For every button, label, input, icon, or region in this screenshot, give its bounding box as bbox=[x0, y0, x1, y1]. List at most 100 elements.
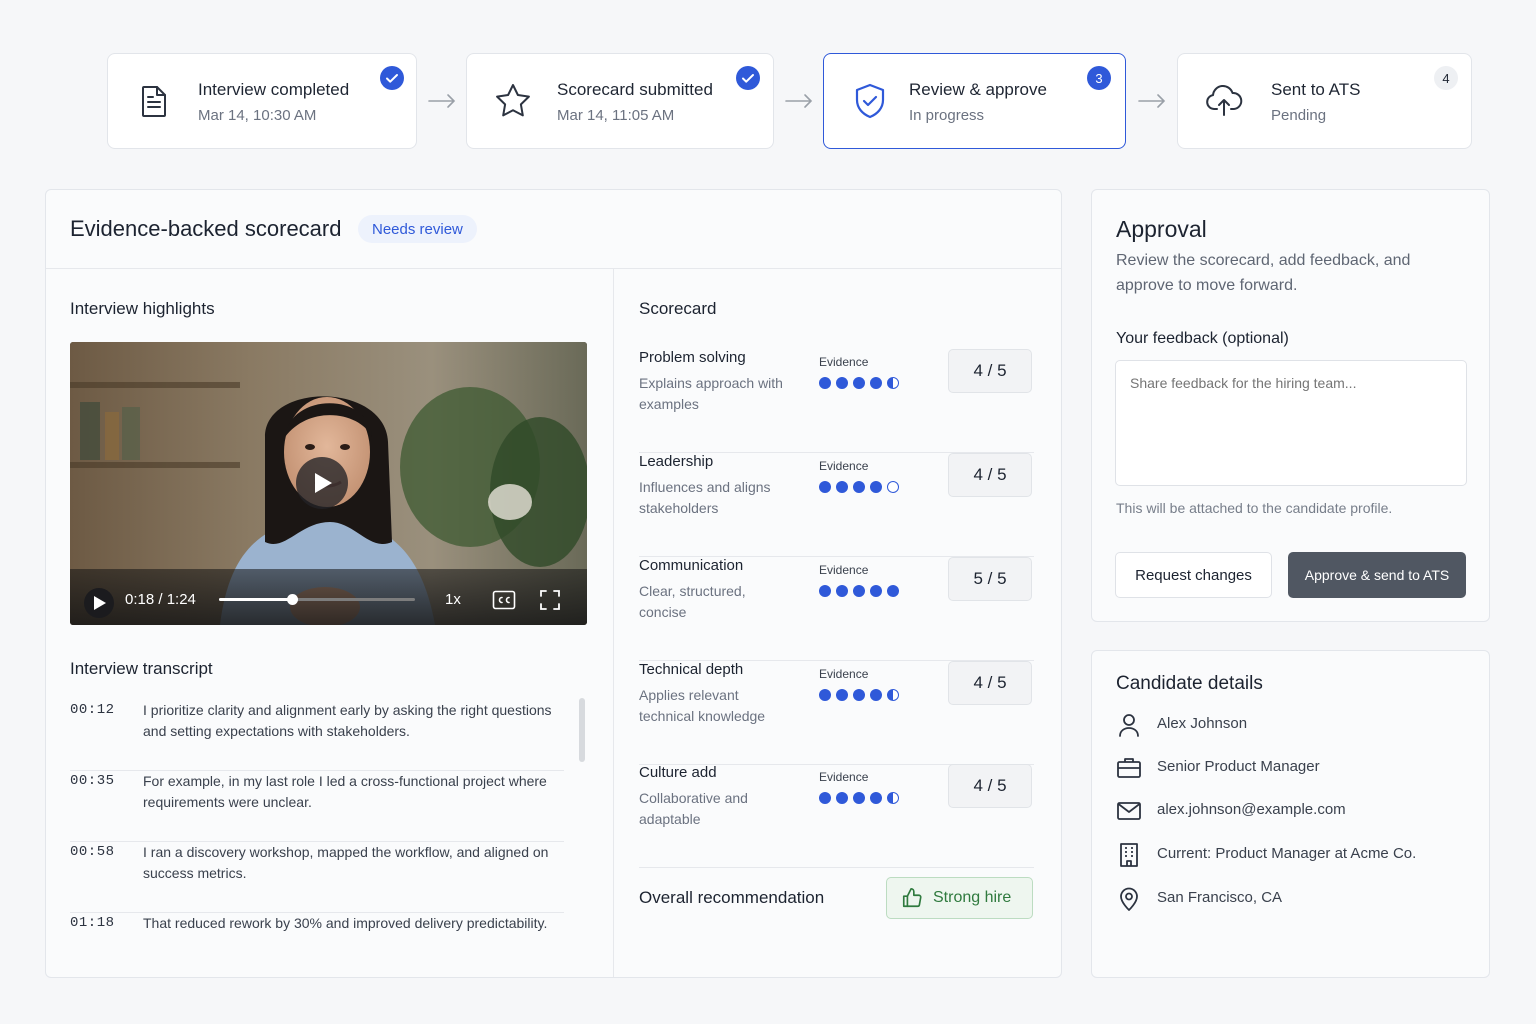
evidence-label: Evidence bbox=[819, 667, 869, 681]
evidence-dot bbox=[870, 792, 882, 804]
mail-icon bbox=[1117, 802, 1141, 820]
candidate-card: Candidate details Alex Johnson Senior Pr… bbox=[1091, 650, 1490, 978]
transcript-row[interactable]: 00:35 For example, in my last role I led… bbox=[70, 771, 564, 842]
arrow-right-icon bbox=[785, 94, 813, 108]
criterion-row: Technical depth Applies relevant technic… bbox=[639, 661, 1034, 765]
criterion-row: Culture add Collaborative and adaptable … bbox=[639, 764, 1034, 868]
transcript-text: For example, in my last role I led a cro… bbox=[143, 773, 547, 810]
evidence-dot bbox=[870, 377, 882, 389]
transcript-text: I prioritize clarity and alignment early… bbox=[143, 702, 552, 739]
step-subtitle: Mar 14, 10:30 AM bbox=[198, 107, 317, 124]
fullscreen-icon[interactable] bbox=[539, 589, 561, 611]
evidence-dot bbox=[887, 585, 899, 597]
scorecard-title: Scorecard bbox=[639, 299, 717, 318]
approval-description: Review the scorecard, add feedback, and … bbox=[1116, 252, 1411, 294]
step-sent-to-ats[interactable]: Sent to ATS Pending 4 bbox=[1177, 53, 1472, 149]
criterion-description: Explains approach with examples bbox=[639, 375, 783, 412]
score-box[interactable]: 4 / 5 bbox=[948, 453, 1032, 497]
criterion-row: Communication Clear, structured, concise… bbox=[639, 557, 1034, 661]
evidence-dot bbox=[887, 481, 899, 493]
divider bbox=[613, 269, 614, 977]
building-icon bbox=[1120, 843, 1138, 867]
step-title: Interview completed bbox=[198, 80, 350, 99]
step-number-badge: 3 bbox=[1087, 66, 1111, 90]
score-box[interactable]: 4 / 5 bbox=[948, 349, 1032, 393]
evidence-dot bbox=[819, 585, 831, 597]
approve-send-button[interactable]: Approve & send to ATS bbox=[1288, 552, 1466, 598]
star-icon bbox=[496, 84, 530, 117]
feedback-textarea[interactable] bbox=[1115, 360, 1467, 486]
step-interview-completed[interactable]: Interview completed Mar 14, 10:30 AM bbox=[107, 53, 417, 149]
criterion-name: Leadership bbox=[639, 453, 714, 470]
play-button[interactable] bbox=[296, 457, 348, 509]
location-pin-icon bbox=[1120, 887, 1138, 911]
criterion-description: Influences and aligns stakeholders bbox=[639, 479, 771, 516]
captions-icon[interactable] bbox=[492, 589, 516, 611]
evidence-dot bbox=[853, 585, 865, 597]
overall-recommendation-label: Overall recommendation bbox=[639, 888, 825, 907]
play-icon bbox=[315, 473, 332, 493]
video-player[interactable]: 0:18 / 1:24 1x bbox=[70, 342, 587, 625]
cloud-upload-icon bbox=[1206, 85, 1243, 116]
user-icon bbox=[1119, 714, 1139, 737]
evidence-dot bbox=[836, 481, 848, 493]
evidence-dot bbox=[853, 689, 865, 701]
briefcase-icon bbox=[1117, 758, 1141, 778]
evidence-rating bbox=[819, 481, 899, 493]
criterion-name: Problem solving bbox=[639, 349, 746, 366]
step-review-approve[interactable]: Review & approve In progress 3 bbox=[823, 53, 1126, 149]
candidate-title: Candidate details bbox=[1116, 673, 1263, 694]
evidence-dot bbox=[836, 585, 848, 597]
candidate-email[interactable]: alex.johnson@example.com bbox=[1157, 801, 1346, 818]
step-scorecard-submitted[interactable]: Scorecard submitted Mar 14, 11:05 AM bbox=[466, 53, 774, 149]
evidence-dot bbox=[870, 481, 882, 493]
approval-card: Approval Review the scorecard, add feedb… bbox=[1091, 189, 1490, 622]
criterion-description: Collaborative and adaptable bbox=[639, 790, 748, 827]
candidate-name: Alex Johnson bbox=[1157, 715, 1248, 732]
request-changes-button[interactable]: Request changes bbox=[1115, 552, 1272, 598]
playback-speed-button[interactable]: 1x bbox=[445, 591, 461, 608]
evidence-label: Evidence bbox=[819, 355, 869, 369]
transcript-timestamp: 00:35 bbox=[70, 773, 115, 789]
evidence-label: Evidence bbox=[819, 563, 869, 577]
transcript-row[interactable]: 00:58 I ran a discovery workshop, mapped… bbox=[70, 842, 564, 913]
check-circle-icon bbox=[736, 66, 760, 90]
transcript-scrollbar[interactable] bbox=[579, 698, 585, 762]
document-icon bbox=[142, 86, 166, 117]
evidence-rating bbox=[819, 585, 899, 597]
highlights-title: Interview highlights bbox=[70, 299, 215, 318]
score-box[interactable]: 4 / 5 bbox=[948, 764, 1032, 808]
play-pause-button[interactable] bbox=[84, 588, 114, 618]
candidate-current-position: Current: Product Manager at Acme Co. bbox=[1157, 845, 1417, 862]
score-box[interactable]: 4 / 5 bbox=[948, 661, 1032, 705]
thumbs-up-icon bbox=[902, 888, 922, 908]
score-box[interactable]: 5 / 5 bbox=[948, 557, 1032, 601]
evidence-dot bbox=[853, 792, 865, 804]
step-number-badge: 4 bbox=[1434, 66, 1458, 90]
arrow-right-icon bbox=[428, 94, 456, 108]
video-seek-bar[interactable] bbox=[219, 594, 415, 605]
evidence-rating bbox=[819, 689, 899, 701]
evidence-label: Evidence bbox=[819, 459, 869, 473]
play-icon bbox=[94, 596, 106, 610]
transcript-row[interactable]: 01:18 That reduced rework by 30% and imp… bbox=[70, 913, 564, 943]
evidence-dot bbox=[887, 792, 899, 804]
criterion-name: Communication bbox=[639, 557, 744, 574]
criterion-description: Clear, structured, concise bbox=[639, 583, 746, 620]
recommendation-badge[interactable]: Strong hire bbox=[886, 877, 1033, 919]
evidence-rating bbox=[819, 792, 899, 804]
evidence-dot bbox=[819, 377, 831, 389]
approval-title: Approval bbox=[1116, 216, 1207, 242]
check-circle-icon bbox=[380, 66, 404, 90]
evidence-dot bbox=[870, 585, 882, 597]
evidence-dot bbox=[819, 689, 831, 701]
transcript-title: Interview transcript bbox=[70, 659, 213, 678]
evidence-rating bbox=[819, 377, 899, 389]
evidence-dot bbox=[870, 689, 882, 701]
transcript-row[interactable]: 00:12 I prioritize clarity and alignment… bbox=[70, 700, 564, 771]
step-title: Scorecard submitted bbox=[557, 80, 713, 99]
step-subtitle: In progress bbox=[909, 107, 985, 124]
recommendation-value: Strong hire bbox=[933, 889, 1012, 906]
criterion-row: Problem solving Explains approach with e… bbox=[639, 349, 1034, 453]
arrow-right-icon bbox=[1138, 94, 1166, 108]
